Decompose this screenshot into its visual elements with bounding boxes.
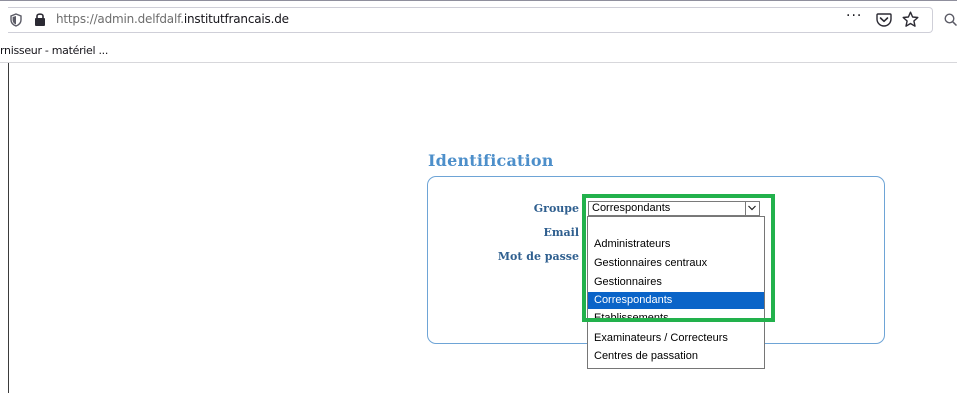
group-label: Groupe — [533, 202, 579, 215]
email-label: Email — [543, 226, 579, 239]
page-actions-menu-icon[interactable]: ··· — [846, 8, 862, 24]
content-left-border — [8, 63, 9, 393]
bookmark-item[interactable]: rnisseur - matériel ... — [0, 44, 108, 57]
tracking-protection-shield-icon[interactable] — [10, 13, 22, 27]
search-icon[interactable] — [944, 13, 957, 26]
url-protocol: https:// — [56, 12, 98, 26]
lock-icon[interactable] — [34, 12, 46, 27]
url-host-domain: institutfrancais.de — [183, 12, 289, 26]
url-host-prefix: admin.delfdalf. — [97, 12, 184, 26]
annotation-highlight-box — [582, 194, 775, 322]
toolbar: https://admin.delfdalf.institutfrancais.… — [0, 1, 957, 37]
page-title: Identification — [428, 151, 554, 170]
group-option-centres-de-passation[interactable]: Centres de passation — [588, 348, 764, 365]
password-label: Mot de passe — [497, 250, 579, 263]
url-text[interactable]: https://admin.delfdalf.institutfrancais.… — [56, 11, 289, 27]
bookmark-star-icon[interactable] — [902, 11, 919, 28]
group-option-examinateurs-correcteurs[interactable]: Examinateurs / Correcteurs — [588, 330, 764, 347]
pocket-icon[interactable] — [876, 12, 892, 27]
bookmarks-toolbar: rnisseur - matériel ... — [0, 37, 957, 63]
